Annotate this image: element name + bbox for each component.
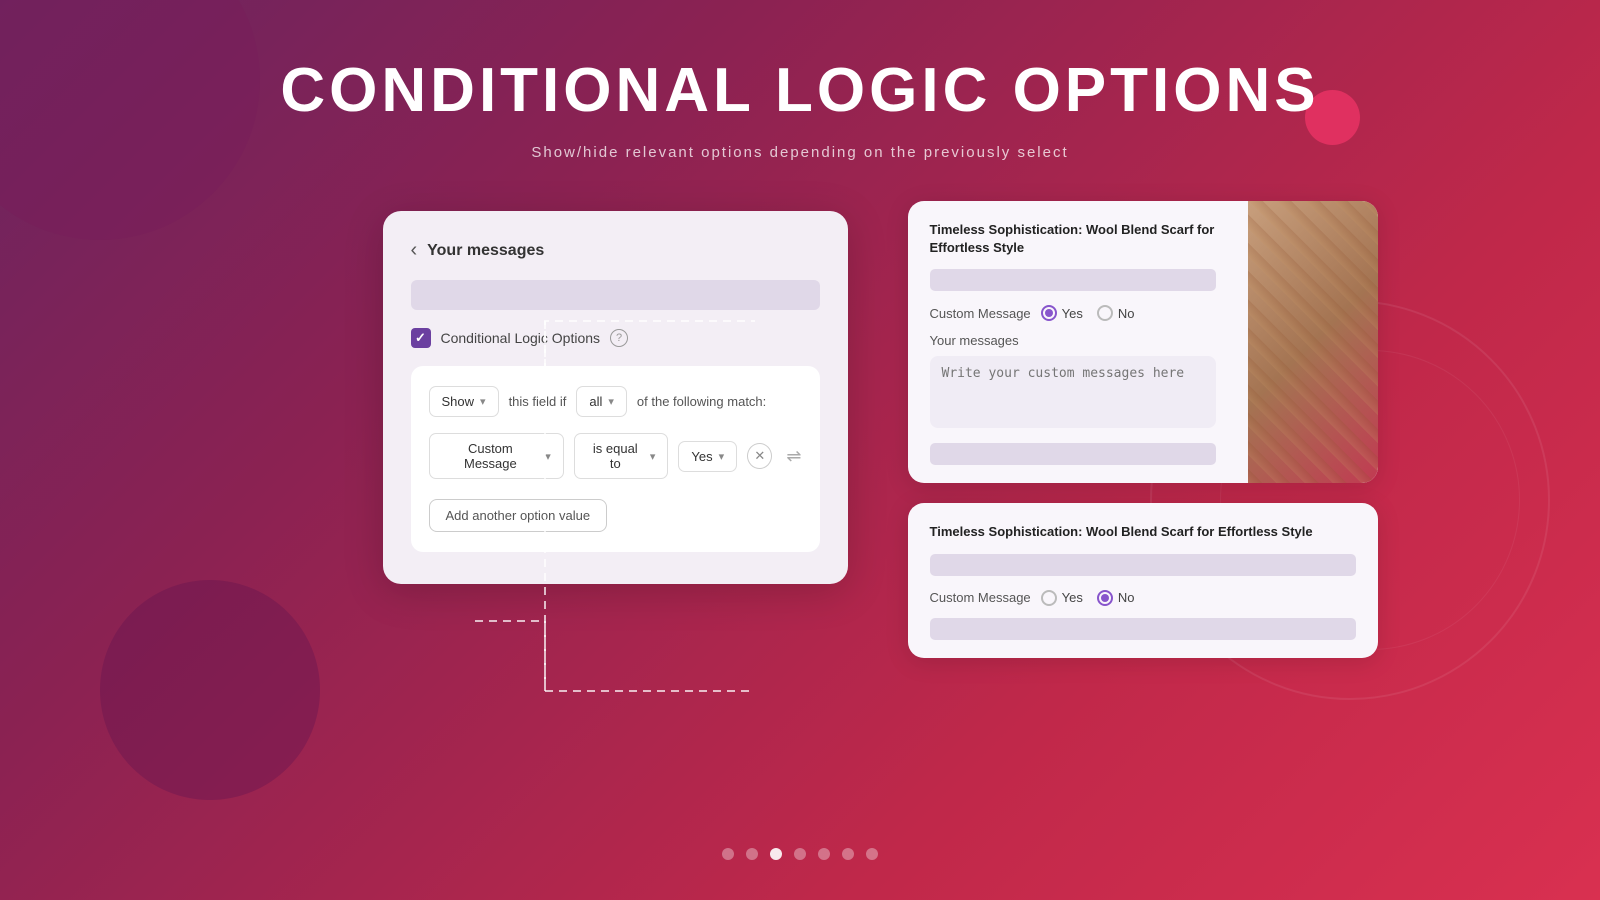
all-dropdown[interactable]: all ▾ (576, 386, 627, 417)
this-field-label: this field if (509, 394, 567, 409)
radio-group-top: Yes No (1041, 305, 1135, 321)
radio-yes-circle-bottom (1041, 590, 1057, 606)
bottom-bar-bottom (930, 618, 1356, 640)
your-messages-label: Your messages (930, 333, 1216, 348)
radio-no-circle-top (1097, 305, 1113, 321)
custom-message-label-top: Custom Message (930, 306, 1031, 321)
page-content: CONDITIONAL LOGIC OPTIONS Show/hide rele… (0, 0, 1600, 658)
chevron-down-icon: ▾ (608, 395, 614, 408)
dot-4[interactable] (794, 848, 806, 860)
dot-7[interactable] (866, 848, 878, 860)
yes-dropdown[interactable]: Yes ▾ (678, 441, 737, 472)
radio-group-bottom: Yes No (1041, 590, 1135, 606)
chevron-down-icon: ▾ (719, 450, 725, 463)
radio-yes-label-top: Yes (1062, 306, 1083, 321)
radio-yes-top[interactable]: Yes (1041, 305, 1083, 321)
add-option-button[interactable]: Add another option value (429, 499, 608, 532)
dot-6[interactable] (842, 848, 854, 860)
dot-3-active[interactable] (770, 848, 782, 860)
product-name-bottom: Timeless Sophistication: Wool Blend Scar… (930, 523, 1356, 541)
connector-indicator: ⇌ (786, 446, 801, 467)
radio-yes-bottom[interactable]: Yes (1041, 590, 1083, 606)
radio-yes-label-bottom: Yes (1062, 590, 1083, 605)
chevron-down-icon: ▾ (650, 450, 656, 463)
chevron-down-icon: ▾ (545, 450, 551, 463)
panel-title: Your messages (427, 242, 544, 260)
right-panels: Timeless Sophistication: Wool Blend Scar… (908, 201, 1378, 658)
logic-box: Show ▾ this field if all ▾ of the follow… (411, 366, 820, 552)
custom-message-row-bottom: Custom Message Yes No (930, 590, 1356, 606)
remove-condition-button[interactable]: ✕ (747, 443, 772, 469)
following-match-label: of the following match: (637, 394, 766, 409)
product-name-top: Timeless Sophistication: Wool Blend Scar… (930, 221, 1216, 257)
product-image-top (1248, 201, 1378, 483)
custom-message-dropdown[interactable]: Custom Message ▾ (429, 433, 564, 479)
radio-no-label-bottom: No (1118, 590, 1135, 605)
conditional-logic-row: Conditional Logic Options ? (411, 328, 820, 348)
info-icon[interactable]: ? (610, 329, 628, 347)
left-panel: ‹ Your messages Conditional Logic Option… (383, 211, 848, 584)
page-subtitle: Show/hide relevant options depending on … (531, 144, 1068, 161)
conditional-logic-checkbox[interactable] (411, 328, 431, 348)
panel-header: ‹ Your messages (411, 239, 820, 262)
message-textarea[interactable] (930, 356, 1216, 428)
radio-no-bottom[interactable]: No (1097, 590, 1135, 606)
product-bar-bottom (930, 554, 1356, 576)
logic-row1: Show ▾ this field if all ▾ of the follow… (429, 386, 802, 417)
dot-1[interactable] (722, 848, 734, 860)
product-card-top: Timeless Sophistication: Wool Blend Scar… (908, 201, 1378, 483)
is-equal-dropdown[interactable]: is equal to ▾ (574, 433, 669, 479)
page-title: CONDITIONAL LOGIC OPTIONS (280, 55, 1319, 126)
product-card-inner-top: Timeless Sophistication: Wool Blend Scar… (930, 221, 1216, 465)
product-card-bottom: Timeless Sophistication: Wool Blend Scar… (908, 503, 1378, 657)
back-button[interactable]: ‹ (411, 239, 418, 262)
radio-no-label-top: No (1118, 306, 1135, 321)
panels-row: ‹ Your messages Conditional Logic Option… (0, 201, 1600, 658)
search-bar (411, 280, 820, 310)
radio-yes-circle-top (1041, 305, 1057, 321)
product-bar-top (930, 269, 1216, 291)
dot-5[interactable] (818, 848, 830, 860)
show-dropdown[interactable]: Show ▾ (429, 386, 499, 417)
conditional-logic-label: Conditional Logic Options (441, 330, 601, 346)
custom-message-label-bottom: Custom Message (930, 590, 1031, 605)
radio-no-circle-bottom (1097, 590, 1113, 606)
radio-no-top[interactable]: No (1097, 305, 1135, 321)
dot-2[interactable] (746, 848, 758, 860)
logic-row2: Custom Message ▾ is equal to ▾ Yes ▾ ✕ ⇌ (429, 433, 802, 479)
custom-message-row-top: Custom Message Yes No (930, 305, 1216, 321)
chevron-down-icon: ▾ (480, 395, 486, 408)
bottom-bar-top (930, 443, 1216, 465)
pagination-dots (722, 848, 878, 860)
